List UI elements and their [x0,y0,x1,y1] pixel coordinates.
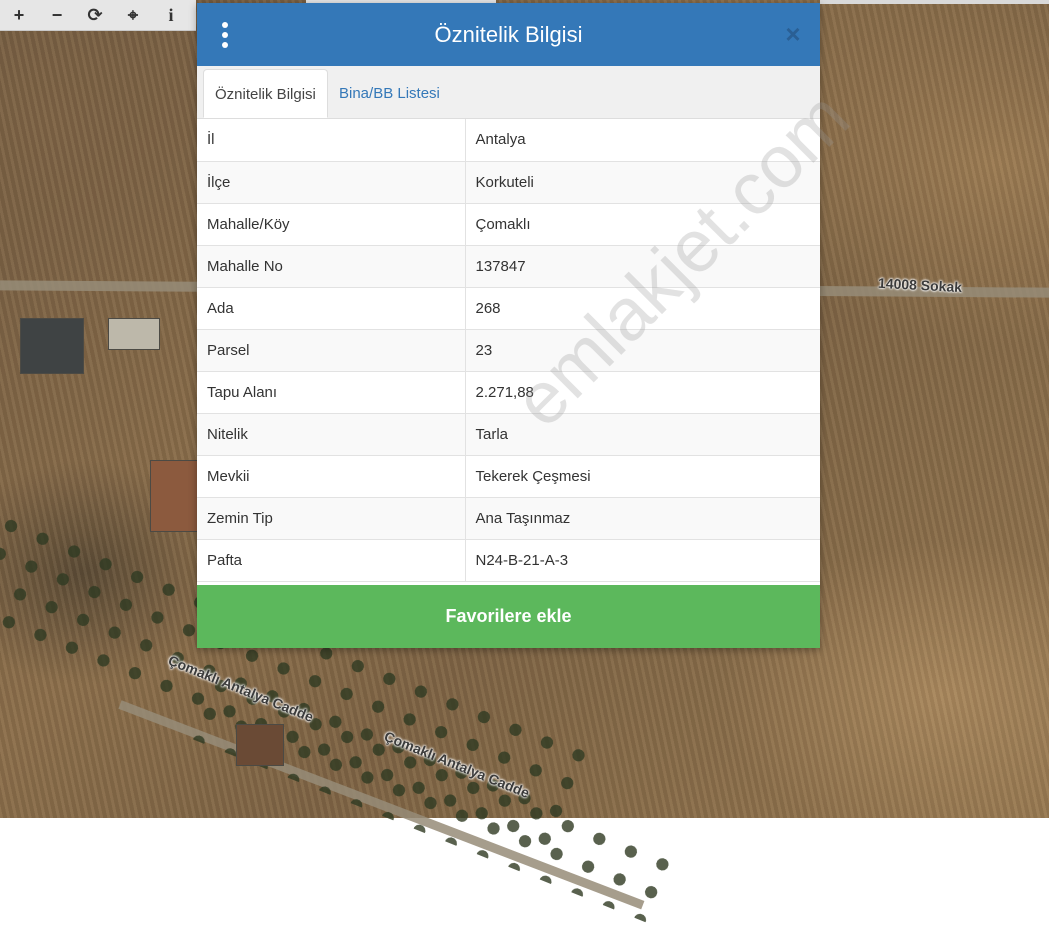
toolbar-strip [820,0,1049,4]
table-row: Ada 268 [197,287,820,330]
attribute-value: Çomaklı [465,203,820,246]
locate-icon[interactable]: ⌖ [114,0,152,30]
attribute-value: Tekerek Çeşmesi [465,455,820,498]
attribute-value: 23 [465,329,820,372]
attribute-key: İl [197,119,466,162]
attribute-info-dialog: Öznitelik Bilgisi × Öznitelik Bilgisi Bi… [197,3,865,648]
attribute-key: Zemin Tip [197,497,466,540]
table-row: Mevkii Tekerek Çeşmesi [197,455,820,498]
add-to-favorites-button[interactable]: Favorilere ekle [197,585,820,648]
map-toolbar: + − ⟳ ⌖ i [0,0,196,31]
attribute-key: Ada [197,287,466,330]
zoom-in-icon[interactable]: + [0,0,38,30]
close-icon[interactable]: × [782,19,804,49]
attribute-key: Parsel [197,329,466,372]
attribute-value: 2.271,88 [465,371,820,414]
building [108,318,160,350]
tab-bar: Öznitelik Bilgisi Bina/BB Listesi [197,66,820,119]
attribute-value: Korkuteli [465,161,820,204]
attribute-value: Ana Taşınmaz [465,497,820,540]
attribute-table: İl Antalya İlçe Korkuteli Mahalle/Köy Çomak… [197,119,820,582]
table-row: İlçe Korkuteli [197,161,820,204]
attribute-value: Tarla [465,413,820,456]
attribute-key: Pafta [197,539,466,582]
attribute-key: Tapu Alanı [197,371,466,414]
table-row: Tapu Alanı 2.271,88 [197,371,820,414]
table-row: Mahalle No 137847 [197,245,820,288]
dialog-title: Öznitelik Bilgisi [434,21,583,47]
table-row: Zemin Tip Ana Taşınmaz [197,497,820,540]
table-row: İl Antalya [197,119,820,162]
attribute-key: Mevkii [197,455,466,498]
tab-building-list[interactable]: Bina/BB Listesi [328,69,451,118]
attribute-key: Mahalle/Köy [197,203,466,246]
building [150,460,200,532]
attribute-key: İlçe [197,161,466,204]
dialog-header: Öznitelik Bilgisi × [197,3,820,66]
building [20,318,84,374]
info-icon[interactable]: i [152,0,190,30]
refresh-icon[interactable]: ⟳ [76,0,114,30]
attribute-key: Mahalle No [197,245,466,288]
tab-attribute-info[interactable]: Öznitelik Bilgisi [203,69,328,118]
table-row: Nitelik Tarla [197,413,820,456]
attribute-value: 137847 [465,245,820,288]
attribute-value: Antalya [465,119,820,162]
zoom-out-icon[interactable]: − [38,0,76,30]
table-row: Mahalle/Köy Çomaklı [197,203,820,246]
table-row: Pafta N24-B-21-A-3 [197,539,820,582]
building [236,724,284,766]
attribute-key: Nitelik [197,413,466,456]
kebab-menu-icon[interactable] [219,22,231,48]
attribute-value: N24-B-21-A-3 [465,539,820,582]
table-row: Parsel 23 [197,329,820,372]
attribute-value: 268 [465,287,820,330]
